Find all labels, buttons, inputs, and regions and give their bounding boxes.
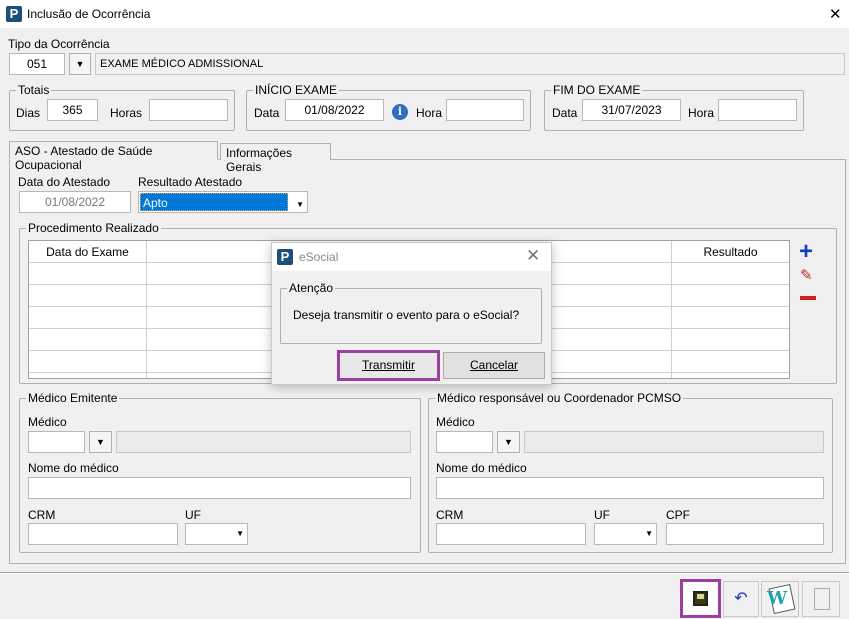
- inicio-hora-label: Hora: [416, 106, 443, 120]
- medico-select[interactable]: [436, 431, 493, 453]
- close-icon[interactable]: ✕: [526, 246, 540, 266]
- tipo-label: Tipo da Ocorrência: [8, 37, 110, 51]
- resultado-atestado-label: Resultado Atestado: [138, 175, 243, 189]
- inicio-legend: INÍCIO EXAME: [253, 83, 340, 97]
- disabled-report-button[interactable]: [802, 581, 840, 617]
- transmitir-button[interactable]: Transmitir: [337, 350, 440, 381]
- medico-responsavel-group: Médico responsável ou Coordenador PCMSO …: [428, 391, 833, 553]
- horas-label: Horas: [110, 106, 143, 120]
- crm-label: CRM: [436, 508, 464, 522]
- undo-icon: ↶: [734, 590, 748, 607]
- nome-medico-label: Nome do médico: [436, 461, 527, 475]
- uf-select[interactable]: ▼: [594, 523, 657, 545]
- app-logo-icon: P: [277, 249, 293, 265]
- fim-data-label: Data: [552, 106, 578, 120]
- column-header[interactable]: Data do Exame: [29, 241, 147, 263]
- chevron-down-icon[interactable]: ▼: [236, 524, 244, 544]
- report-icon: [814, 588, 830, 610]
- medico-emitente-legend: Médico Emitente: [26, 391, 120, 405]
- remove-icon[interactable]: [800, 296, 816, 300]
- fim-data-input[interactable]: 31/07/2023: [582, 99, 681, 121]
- tipo-code-input[interactable]: 051: [9, 53, 65, 75]
- horas-input[interactable]: [149, 99, 228, 121]
- resultado-atestado-select[interactable]: Apto ▼: [138, 191, 308, 213]
- data-atestado-label: Data do Atestado: [18, 175, 111, 189]
- cancelar-label: Cancelar: [469, 358, 519, 372]
- save-button[interactable]: [680, 579, 721, 618]
- nome-medico-input[interactable]: [28, 477, 411, 499]
- dialog-message: Deseja transmitir o evento para o eSocia…: [293, 308, 520, 322]
- medico-label: Médico: [436, 415, 475, 429]
- totais-legend: Totais: [16, 83, 52, 97]
- inicio-hora-input[interactable]: [446, 99, 524, 121]
- uf-select[interactable]: ▼: [185, 523, 248, 545]
- nome-medico-label: Nome do médico: [28, 461, 119, 475]
- crm-input[interactable]: [28, 523, 178, 545]
- word-export-button[interactable]: W: [761, 581, 799, 617]
- chevron-down-icon[interactable]: ▼: [497, 431, 520, 453]
- uf-label: UF: [594, 508, 610, 522]
- inicio-data-input[interactable]: 01/08/2022: [285, 99, 384, 121]
- dias-input[interactable]: 365: [47, 99, 98, 121]
- procedimento-legend: Procedimento Realizado: [26, 221, 161, 235]
- undo-button[interactable]: ↶: [723, 581, 759, 617]
- fim-group: FIM DO EXAME Data 31/07/2023 Hora: [544, 83, 804, 131]
- crm-label: CRM: [28, 508, 56, 522]
- tab-aso[interactable]: ASO - Atestado de Saúde Ocupacional: [9, 141, 218, 172]
- resultado-selected-value: Apto: [140, 193, 288, 211]
- divider: [0, 572, 849, 574]
- atencao-group: Atenção Deseja transmitir o evento para …: [280, 281, 542, 344]
- dialog-title: eSocial: [299, 250, 339, 264]
- totais-group: Totais Dias 365 Horas: [9, 83, 235, 131]
- inicio-group: INÍCIO EXAME Data 01/08/2022 i Hora: [246, 83, 531, 131]
- app-logo-icon: P: [6, 6, 22, 22]
- medico-select[interactable]: [28, 431, 85, 453]
- medico-responsavel-legend: Médico responsável ou Coordenador PCMSO: [435, 391, 684, 405]
- fim-hora-label: Hora: [688, 106, 715, 120]
- nome-medico-input[interactable]: [436, 477, 824, 499]
- pencil-edit-icon[interactable]: ✎: [800, 266, 813, 284]
- cpf-input[interactable]: [666, 523, 824, 545]
- tipo-description: EXAME MÉDICO ADMISSIONAL: [95, 53, 845, 75]
- medico-label: Médico: [28, 415, 67, 429]
- crm-input[interactable]: [436, 523, 586, 545]
- atencao-legend: Atenção: [287, 281, 336, 295]
- chevron-down-icon[interactable]: ▼: [89, 431, 112, 453]
- uf-label: UF: [185, 508, 201, 522]
- floppy-disk-icon: [693, 591, 708, 606]
- esocial-dialog: P eSocial ✕ Atenção Deseja transmitir o …: [271, 242, 552, 385]
- dialog-title-bar: P eSocial ✕: [272, 243, 551, 271]
- chevron-down-icon[interactable]: ▼: [69, 53, 91, 75]
- title-bar: P Inclusão de Ocorrência ✕: [0, 0, 849, 28]
- close-icon[interactable]: ✕: [829, 5, 842, 23]
- window-title: Inclusão de Ocorrência: [27, 7, 151, 21]
- dias-label: Dias: [16, 106, 41, 120]
- medico-emitente-group: Médico Emitente Médico ▼ Nome do médico …: [19, 391, 421, 553]
- column-header[interactable]: Resultado: [672, 241, 789, 263]
- medico-name-field: [116, 431, 411, 453]
- chevron-down-icon[interactable]: ▼: [645, 524, 653, 544]
- chevron-down-icon[interactable]: ▼: [296, 195, 304, 215]
- info-icon[interactable]: i: [392, 104, 408, 120]
- fim-legend: FIM DO EXAME: [551, 83, 643, 97]
- fim-hora-input[interactable]: [718, 99, 797, 121]
- inicio-data-label: Data: [254, 106, 280, 120]
- medico-name-field: [524, 431, 824, 453]
- add-icon[interactable]: +: [799, 240, 813, 264]
- tab-informacoes-gerais[interactable]: Informações Gerais: [220, 143, 331, 174]
- cpf-label: CPF: [666, 508, 690, 522]
- data-atestado-input[interactable]: 01/08/2022: [19, 191, 131, 213]
- cancelar-button[interactable]: Cancelar: [443, 352, 545, 379]
